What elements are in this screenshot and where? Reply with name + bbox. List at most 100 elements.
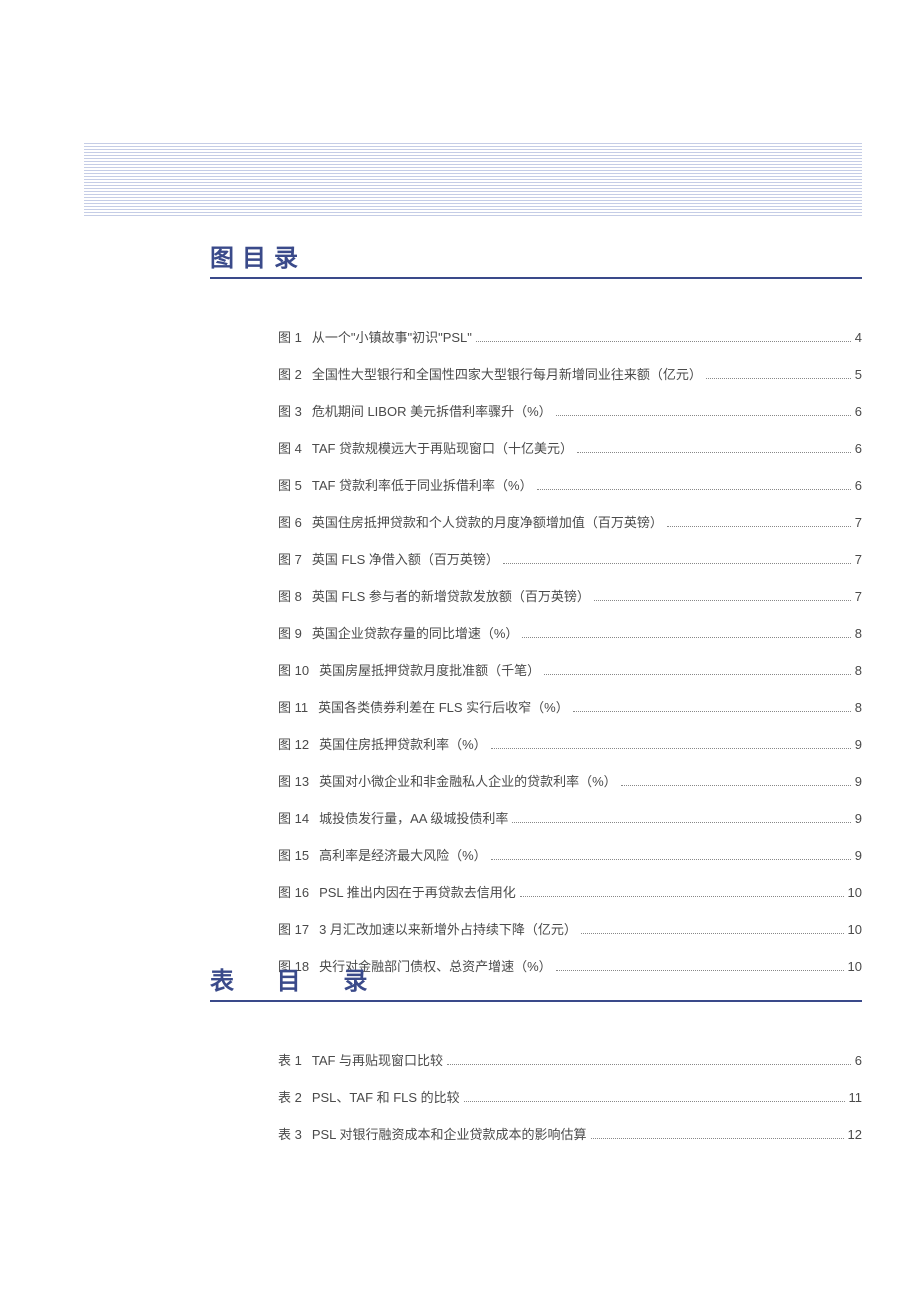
toc-row: 图 1从一个"小镇故事"初识"PSL" 4 bbox=[278, 327, 862, 346]
toc-entry-title: 英国房屋抵押贷款月度批准额（千笔） bbox=[319, 660, 540, 679]
toc-entry-label: 图 5 bbox=[278, 475, 312, 494]
toc-entry-page: 7 bbox=[855, 589, 862, 604]
toc-entry-label: 图 1 bbox=[278, 327, 312, 346]
toc-entry-title: 英国各类债券利差在 FLS 实行后收窄（%） bbox=[318, 697, 569, 716]
toc-leader-dots bbox=[594, 600, 851, 601]
toc-entry-label: 表 2 bbox=[278, 1087, 312, 1106]
toc-entry-page: 7 bbox=[855, 552, 862, 567]
toc-entry-title: PSL、TAF 和 FLS 的比较 bbox=[312, 1087, 460, 1106]
toc-entry-title: 全国性大型银行和全国性四家大型银行每月新增同业往来额（亿元） bbox=[312, 364, 702, 383]
toc-row: 图 8英国 FLS 参与者的新增贷款发放额（百万英镑） 7 bbox=[278, 586, 862, 605]
toc-leader-dots bbox=[556, 415, 851, 416]
toc-entry-title: TAF 贷款利率低于同业拆借利率（%） bbox=[312, 475, 533, 494]
toc-entry-label: 图 17 bbox=[278, 919, 319, 938]
toc-row: 图 12英国住房抵押贷款利率（%） 9 bbox=[278, 734, 862, 753]
toc-entry-page: 6 bbox=[855, 478, 862, 493]
toc-entry-title: PSL 推出内因在于再贷款去信用化 bbox=[319, 882, 516, 901]
toc-entry-page: 11 bbox=[849, 1090, 863, 1105]
toc-entry-page: 5 bbox=[855, 367, 862, 382]
toc-leader-dots bbox=[447, 1064, 851, 1065]
toc-leader-dots bbox=[464, 1101, 845, 1102]
toc-entry-label: 图 13 bbox=[278, 771, 319, 790]
toc-entry-label: 图 14 bbox=[278, 808, 319, 827]
toc-leader-dots bbox=[621, 785, 851, 786]
toc-leader-dots bbox=[520, 896, 844, 897]
toc-leader-dots bbox=[491, 859, 851, 860]
toc-leader-dots bbox=[476, 341, 851, 342]
tables-toc-heading: 表 目 录 bbox=[210, 961, 862, 1002]
toc-entry-page: 4 bbox=[855, 330, 862, 345]
toc-leader-dots bbox=[706, 378, 851, 379]
toc-entry-page: 6 bbox=[855, 441, 862, 456]
toc-entry-page: 12 bbox=[848, 1127, 862, 1142]
toc-row: 图 173 月汇改加速以来新增外占持续下降（亿元） 10 bbox=[278, 919, 862, 938]
toc-entry-label: 图 2 bbox=[278, 364, 312, 383]
toc-entry-title: 英国对小微企业和非金融私人企业的贷款利率（%） bbox=[319, 771, 617, 790]
toc-row: 图 9英国企业贷款存量的同比增速（%） 8 bbox=[278, 623, 862, 642]
toc-entry-page: 6 bbox=[855, 404, 862, 419]
toc-leader-dots bbox=[503, 563, 851, 564]
toc-entry-label: 图 7 bbox=[278, 549, 312, 568]
toc-leader-dots bbox=[544, 674, 851, 675]
toc-leader-dots bbox=[537, 489, 851, 490]
toc-entry-page: 9 bbox=[855, 848, 862, 863]
toc-entry-page: 8 bbox=[855, 700, 862, 715]
toc-row: 图 4TAF 贷款规模远大于再贴现窗口（十亿美元） 6 bbox=[278, 438, 862, 457]
toc-entry-page: 6 bbox=[855, 1053, 862, 1068]
toc-entry-title: 从一个"小镇故事"初识"PSL" bbox=[312, 327, 472, 346]
toc-leader-dots bbox=[512, 822, 850, 823]
toc-leader-dots bbox=[577, 452, 851, 453]
toc-entry-title: 英国 FLS 参与者的新增贷款发放额（百万英镑） bbox=[312, 586, 590, 605]
toc-entry-title: 危机期间 LIBOR 美元拆借利率骤升（%） bbox=[312, 401, 552, 420]
toc-row: 图 16PSL 推出内因在于再贷款去信用化 10 bbox=[278, 882, 862, 901]
tables-toc-list: 表 1TAF 与再贴现窗口比较6表 2PSL、TAF 和 FLS 的比较11表 … bbox=[278, 1050, 862, 1143]
toc-entry-title: 城投债发行量，AA 级城投债利率 bbox=[319, 808, 508, 827]
toc-entry-label: 图 11 bbox=[278, 697, 318, 716]
toc-entry-page: 10 bbox=[848, 922, 862, 937]
toc-entry-label: 图 9 bbox=[278, 623, 312, 642]
toc-row: 表 2PSL、TAF 和 FLS 的比较 11 bbox=[278, 1087, 862, 1106]
page-content: 图目录 图 1从一个"小镇故事"初识"PSL" 4 图 2全国性大型银行和全国性四家… bbox=[210, 238, 862, 993]
toc-row: 图 13英国对小微企业和非金融私人企业的贷款利率（%）9 bbox=[278, 771, 862, 790]
toc-entry-page: 7 bbox=[855, 515, 862, 530]
figures-toc-list: 图 1从一个"小镇故事"初识"PSL" 4 图 2全国性大型银行和全国性四家大型银行… bbox=[278, 327, 862, 975]
toc-leader-dots bbox=[522, 637, 850, 638]
toc-entry-label: 图 8 bbox=[278, 586, 312, 605]
toc-entry-title: 3 月汇改加速以来新增外占持续下降（亿元） bbox=[319, 919, 577, 938]
toc-entry-page: 9 bbox=[855, 737, 862, 752]
toc-row: 图 6英国住房抵押贷款和个人贷款的月度净额增加值（百万英镑）7 bbox=[278, 512, 862, 531]
toc-entry-page: 8 bbox=[855, 626, 862, 641]
figures-toc-heading: 图目录 bbox=[210, 238, 862, 279]
toc-entry-label: 图 15 bbox=[278, 845, 319, 864]
toc-entry-label: 图 4 bbox=[278, 438, 312, 457]
toc-entry-title: 英国住房抵押贷款和个人贷款的月度净额增加值（百万英镑） bbox=[312, 512, 663, 531]
toc-entry-title: TAF 贷款规模远大于再贴现窗口（十亿美元） bbox=[312, 438, 573, 457]
toc-entry-page: 8 bbox=[855, 663, 862, 678]
toc-leader-dots bbox=[591, 1138, 844, 1139]
toc-entry-label: 图 16 bbox=[278, 882, 319, 901]
toc-entry-page: 10 bbox=[848, 885, 862, 900]
toc-row: 图 7英国 FLS 净借入额（百万英镑） 7 bbox=[278, 549, 862, 568]
toc-row: 表 3PSL 对银行融资成本和企业贷款成本的影响估算 12 bbox=[278, 1124, 862, 1143]
toc-entry-label: 图 12 bbox=[278, 734, 319, 753]
toc-leader-dots bbox=[491, 748, 851, 749]
toc-row: 图 3危机期间 LIBOR 美元拆借利率骤升（%） 6 bbox=[278, 401, 862, 420]
toc-entry-title: PSL 对银行融资成本和企业贷款成本的影响估算 bbox=[312, 1124, 587, 1143]
toc-entry-label: 图 10 bbox=[278, 660, 319, 679]
toc-entry-title: 英国住房抵押贷款利率（%） bbox=[319, 734, 487, 753]
toc-leader-dots bbox=[667, 526, 851, 527]
toc-entry-label: 表 1 bbox=[278, 1050, 312, 1069]
toc-row: 图 2全国性大型银行和全国性四家大型银行每月新增同业往来额（亿元） 5 bbox=[278, 364, 862, 383]
toc-row: 图 15高利率是经济最大风险（%） 9 bbox=[278, 845, 862, 864]
toc-entry-page: 9 bbox=[855, 811, 862, 826]
header-decorative-band bbox=[84, 143, 862, 217]
toc-row: 图 10英国房屋抵押贷款月度批准额（千笔） 8 bbox=[278, 660, 862, 679]
toc-entry-label: 图 3 bbox=[278, 401, 312, 420]
toc-entry-label: 表 3 bbox=[278, 1124, 312, 1143]
toc-entry-title: 英国 FLS 净借入额（百万英镑） bbox=[312, 549, 499, 568]
toc-row: 图 5TAF 贷款利率低于同业拆借利率（%） 6 bbox=[278, 475, 862, 494]
toc-entry-title: 高利率是经济最大风险（%） bbox=[319, 845, 487, 864]
toc-row: 表 1TAF 与再贴现窗口比较6 bbox=[278, 1050, 862, 1069]
toc-row: 图 14城投债发行量，AA 级城投债利率 9 bbox=[278, 808, 862, 827]
toc-entry-title: 英国企业贷款存量的同比增速（%） bbox=[312, 623, 519, 642]
